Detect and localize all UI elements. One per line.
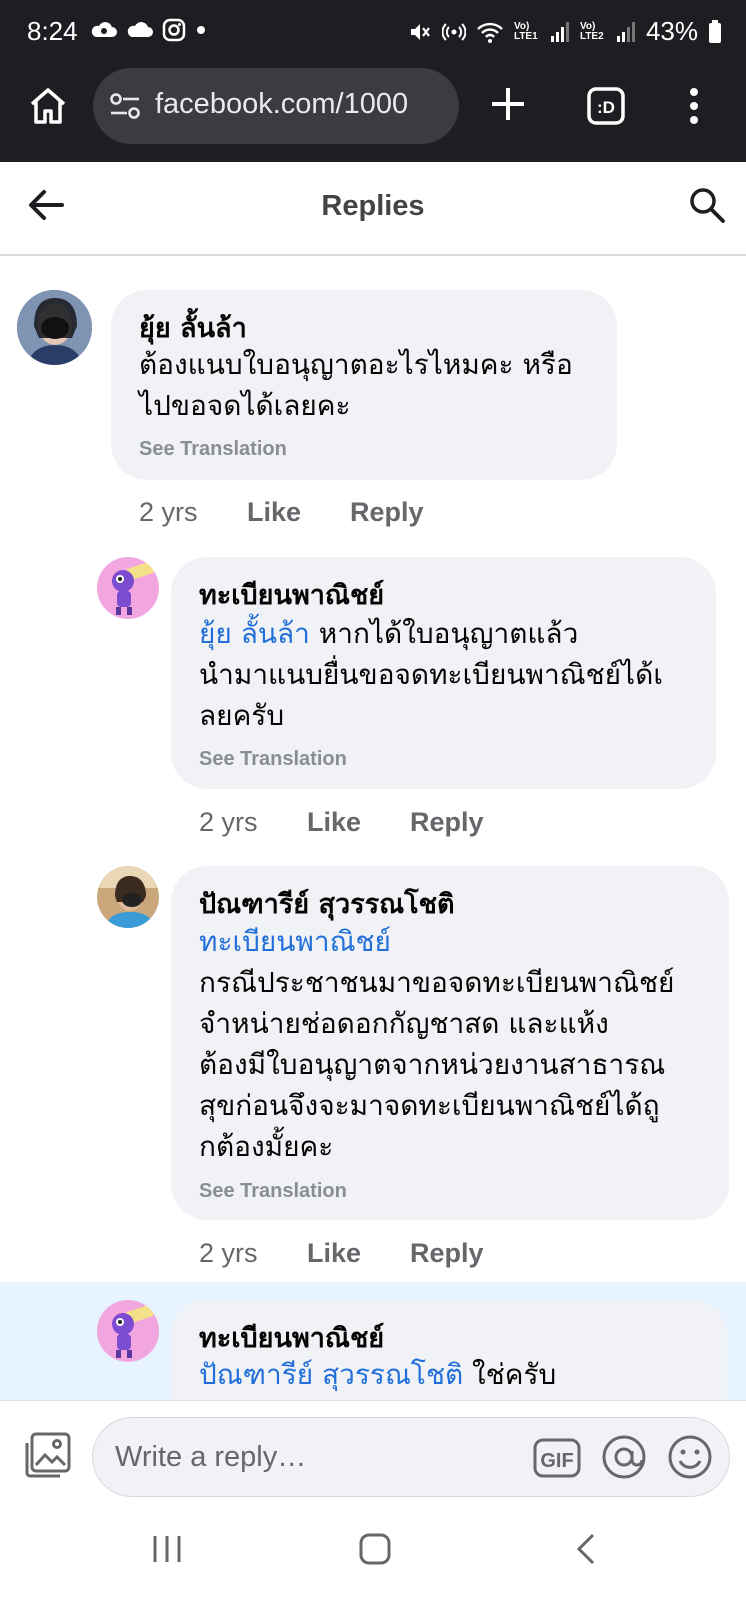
comment-author[interactable]: ทะเบียนพาณิชย์ — [199, 573, 384, 616]
mascot-avatar-icon — [97, 557, 159, 619]
comment-text: ปัณฑารีย์ สุวรรณโชติ ใช่ครับ — [199, 1354, 719, 1395]
comment-line: หากได้ใบอนุญาตแล้ว — [309, 617, 579, 650]
recent-apps-icon[interactable] — [150, 1532, 184, 1566]
reply-button[interactable]: Reply — [410, 1238, 484, 1269]
reply-field[interactable]: GIF — [92, 1417, 730, 1497]
instagram-icon — [162, 18, 186, 42]
comment-line: ใช่ครับ — [463, 1358, 557, 1391]
mascot-avatar-icon — [97, 1300, 159, 1362]
user-photo-icon — [17, 290, 92, 365]
comment-line: กต้องมั้ยคะ — [199, 1130, 334, 1163]
notification-icons — [90, 18, 208, 42]
comment-line: ต้องมีใบอนุญาตจากหน่วยงานสาธารณ — [199, 1048, 666, 1081]
comment-text: ทะเบียนพาณิชย์ กรณีประชาชนมาขอจดทะเบียนพ… — [199, 921, 719, 1167]
see-translation-link[interactable]: See Translation — [199, 1180, 347, 1203]
signal-label-1: Vo) LTE1 — [513, 20, 538, 42]
reply-button[interactable]: Reply — [350, 497, 424, 528]
comment-line: ไปขอจดได้เลยคะ — [139, 389, 351, 422]
mention-link[interactable]: ยุ้ย ลั้นล้า — [199, 617, 310, 650]
replies-header: Replies — [0, 162, 746, 256]
comment-text: ยุ้ย ลั้นล้า หากได้ใบอนุญาตแล้ว นำมาแนบย… — [199, 613, 699, 736]
mention-link[interactable]: ปัณฑารีย์ สุวรรณโชติ — [199, 1358, 463, 1391]
svg-text:GIF: GIF — [540, 1450, 573, 1472]
hotspot-icon — [441, 22, 466, 41]
like-button[interactable]: Like — [307, 1238, 361, 1269]
comment-timestamp[interactable]: 2 yrs — [139, 497, 198, 528]
avatar[interactable] — [17, 290, 92, 365]
photo-attach-icon[interactable] — [24, 1431, 72, 1479]
tab-switcher-icon[interactable]: :D — [586, 86, 626, 126]
see-translation-link[interactable]: See Translation — [139, 438, 287, 461]
comment-line: นำมาแนบยื่นขอจดทะเบียนพาณิชย์ได้เ — [199, 658, 663, 691]
svg-text::D: :D — [597, 98, 615, 117]
signal-bars-icon — [550, 21, 569, 42]
comment-line: กรณีประชาชนมาขอจดทะเบียนพาณิชย์ — [199, 966, 675, 999]
status-time: 8:24 — [27, 16, 78, 46]
home-nav-icon[interactable] — [358, 1532, 392, 1566]
browser-toolbar: facebook.com/1000 :D — [0, 64, 746, 162]
comment-author[interactable]: ปัณฑารีย์ สุวรรณโชติ — [199, 882, 455, 925]
home-icon[interactable] — [26, 84, 70, 128]
sync-cloud-icon — [91, 22, 117, 37]
comment-author[interactable]: ทะเบียนพาณิชย์ — [199, 1316, 384, 1359]
status-bar: 8:24 Vo) LTE1 Vo) LTE2 43% — [0, 0, 746, 64]
comment-timestamp[interactable]: 2 yrs — [199, 1238, 258, 1269]
wifi-icon — [477, 22, 503, 43]
comment-line: ต้องแนบใบอนุญาตอะไรไหมคะ หรือ — [139, 348, 573, 381]
page-title: Replies — [321, 190, 425, 222]
user-photo-icon — [97, 866, 159, 928]
comment-timestamp[interactable]: 2 yrs — [199, 807, 258, 838]
emoji-icon[interactable] — [667, 1434, 713, 1480]
cloud-icon — [127, 22, 153, 37]
comment-line: สุขก่อนจึงจะมาจดทะเบียนพาณิชย์ได้ถู — [199, 1089, 660, 1122]
gif-icon[interactable]: GIF — [533, 1436, 581, 1480]
mute-icon — [410, 23, 430, 40]
signal-label-2: Vo) LTE2 — [579, 20, 604, 42]
reply-button[interactable]: Reply — [410, 807, 484, 838]
comment-author[interactable]: ยุ้ย ลั้นล้า — [139, 306, 247, 349]
signal-bars-icon — [616, 21, 635, 42]
battery-percent: 43% — [645, 16, 698, 46]
address-bar[interactable]: facebook.com/1000 — [93, 68, 459, 144]
comment-line: ลยครับ — [199, 699, 285, 732]
new-tab-icon[interactable] — [488, 84, 528, 124]
search-icon[interactable] — [688, 186, 726, 224]
avatar[interactable] — [97, 866, 159, 928]
system-navigation-bar — [0, 1510, 746, 1600]
like-button[interactable]: Like — [247, 497, 301, 528]
comment-line: จำหน่ายช่อดอกกัญชาสด และแห้ง — [199, 1007, 609, 1040]
mention-link[interactable]: ทะเบียนพาณิชย์ — [199, 921, 719, 962]
mention-icon[interactable] — [601, 1434, 647, 1480]
dot-icon — [197, 26, 205, 34]
reply-composer: GIF — [0, 1400, 746, 1511]
avatar[interactable] — [97, 1300, 159, 1362]
back-nav-icon[interactable] — [572, 1532, 602, 1566]
comment-text: ต้องแนบใบอนุญาตอะไรไหมคะ หรือ ไปขอจดได้เ… — [139, 344, 599, 426]
like-button[interactable]: Like — [307, 807, 361, 838]
avatar[interactable] — [97, 557, 159, 619]
system-indicators: Vo) LTE1 Vo) LTE2 43% — [408, 16, 722, 47]
battery-icon — [709, 19, 721, 43]
url-text: facebook.com/1000 — [155, 88, 409, 120]
more-options-icon[interactable] — [686, 86, 702, 126]
site-settings-icon[interactable] — [109, 92, 141, 120]
reply-input[interactable] — [113, 1436, 497, 1478]
see-translation-link[interactable]: See Translation — [199, 748, 347, 771]
